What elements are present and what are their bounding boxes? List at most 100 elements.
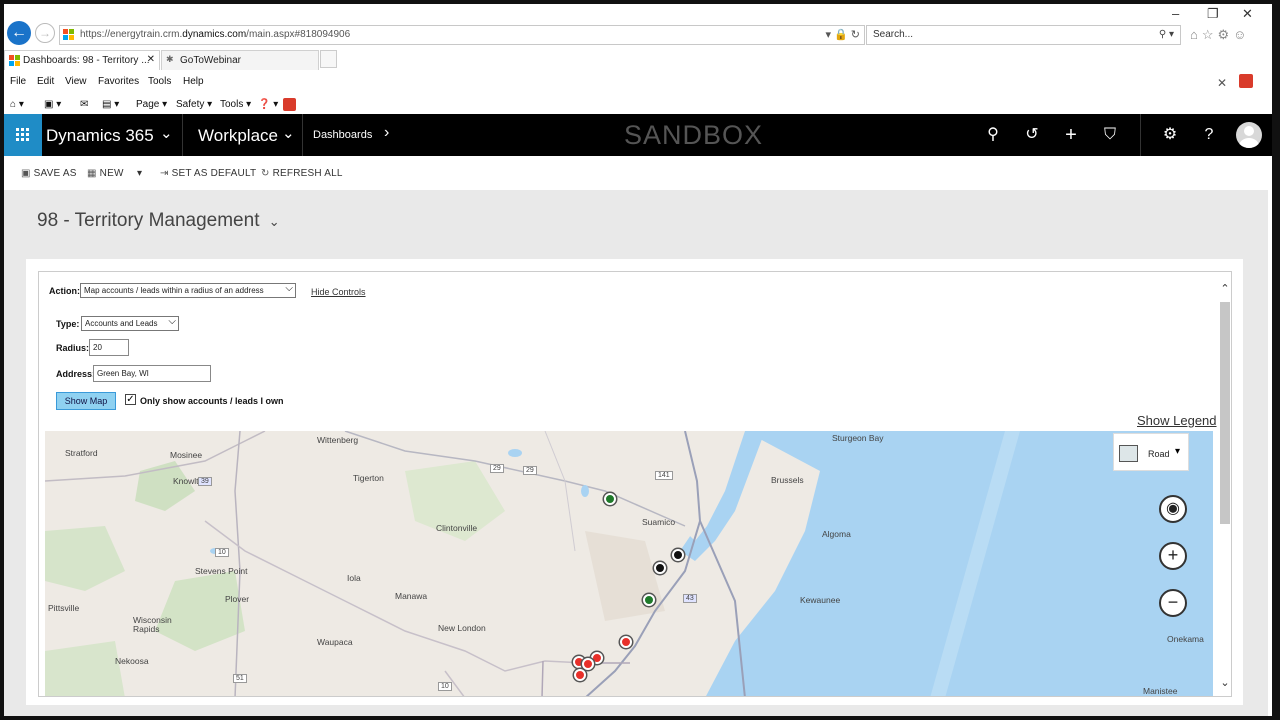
address-bar[interactable]: https://energytrain.crm.dynamics.com/mai…: [59, 25, 865, 45]
restore-icon[interactable]: ❐: [1207, 6, 1219, 22]
tab-dashboards[interactable]: Dashboards: 98 - Territory ... ✕: [4, 50, 160, 70]
map-pin-red[interactable]: [574, 669, 586, 681]
radius-input[interactable]: 20: [89, 339, 129, 356]
help-icon[interactable]: ?: [1200, 126, 1218, 144]
address-label: Address:: [56, 369, 96, 379]
mail-icon[interactable]: ✉: [80, 99, 88, 110]
hide-controls-link[interactable]: Hide Controls: [311, 287, 366, 297]
set-as-default-label: SET AS DEFAULT: [171, 168, 257, 179]
breadcrumb-dashboards[interactable]: Dashboards: [313, 129, 372, 141]
search-icon[interactable]: ⚲ ▾: [1159, 29, 1174, 40]
route-shield: 10: [438, 682, 452, 691]
menu-help[interactable]: Help: [183, 76, 204, 87]
new-button[interactable]: ▦ NEW: [87, 168, 124, 179]
scroll-down-icon[interactable]: ⌄: [1218, 676, 1231, 689]
minimize-icon[interactable]: –: [1172, 6, 1179, 21]
menu-favorites[interactable]: Favorites: [98, 76, 139, 87]
map-pin-green[interactable]: [643, 594, 655, 606]
filter-icon[interactable]: ⛉: [1101, 126, 1119, 144]
refresh-lock-icon[interactable]: ▾ 🔒 ↻: [825, 28, 860, 41]
windows-favicon-icon: [9, 55, 20, 66]
set-default-icon: ⇥: [160, 168, 169, 179]
map-pin-black[interactable]: [654, 562, 666, 574]
menu-edit[interactable]: Edit: [37, 76, 54, 87]
app-launcher-icon[interactable]: [4, 114, 42, 156]
page-title[interactable]: 98 - Territory Management ⌄: [37, 210, 280, 232]
map-pin-green[interactable]: [604, 493, 616, 505]
sandbox-watermark: SANDBOX: [624, 120, 764, 150]
chevron-down-icon[interactable]: ⌄: [160, 124, 173, 142]
address-input[interactable]: Green Bay, WI: [93, 365, 211, 382]
app-name[interactable]: Dynamics 365: [46, 126, 154, 146]
new-dropdown-icon[interactable]: ▾: [137, 168, 142, 179]
new-tab-button[interactable]: [320, 50, 337, 68]
safety-menu[interactable]: Safety ▾: [176, 99, 212, 110]
address-row: ← → https://energytrain.crm.dynamics.com…: [4, 4, 1272, 46]
locate-me-button[interactable]: ◉: [1159, 495, 1187, 523]
place-label: Wisconsin Rapids: [133, 615, 172, 634]
menu-file[interactable]: File: [10, 76, 26, 87]
show-map-button[interactable]: Show Map: [56, 392, 116, 410]
place-label: Waupaca: [317, 637, 353, 647]
map-style-selector[interactable]: Road ▾: [1113, 433, 1189, 471]
help-icon[interactable]: ❓ ▾: [258, 99, 278, 110]
addon-icon[interactable]: [1239, 74, 1253, 88]
forward-arrow-icon[interactable]: →: [35, 23, 55, 43]
scroll-up-icon[interactable]: ⌃: [1218, 282, 1231, 295]
zoom-in-button[interactable]: +: [1159, 542, 1187, 570]
type-select[interactable]: Accounts and Leads ⌵: [81, 316, 179, 331]
menu-bar: File Edit View Favorites Tools Help ✕: [4, 70, 1272, 92]
refresh-all-label: REFRESH ALL: [272, 168, 343, 179]
addon-icon[interactable]: [283, 98, 296, 111]
save-as-button[interactable]: ▣ SAVE AS: [21, 168, 77, 179]
new-icon: ▦: [87, 168, 97, 179]
history-icon[interactable]: ↺: [1023, 126, 1041, 144]
refresh-all-button[interactable]: ↻ REFRESH ALL: [261, 168, 343, 179]
scroll-thumb[interactable]: [1220, 302, 1230, 524]
action-select[interactable]: Map accounts / leads within a radius of …: [80, 283, 296, 298]
tab-strip: Dashboards: 98 - Territory ... ✕ ✱ GoToW…: [4, 50, 1272, 70]
chevron-down-icon[interactable]: ⌄: [282, 124, 295, 142]
close-tab-icon[interactable]: ✕: [147, 54, 155, 65]
tab-label: GoToWebinar: [180, 55, 241, 66]
home-icon[interactable]: ⌂ ▾: [10, 99, 24, 110]
scrollbar[interactable]: ⌃ ⌄: [1218, 280, 1231, 696]
dashboard-area: 98 - Territory Management ⌄ Action: Map …: [4, 190, 1268, 716]
map-pin-red[interactable]: [620, 636, 632, 648]
print-icon[interactable]: ▤ ▾: [102, 99, 119, 110]
avatar[interactable]: [1236, 122, 1262, 148]
tab-label: Dashboards: 98 - Territory ...: [23, 55, 150, 66]
place-label: Plover: [225, 594, 250, 604]
place-label: Stevens Point: [195, 566, 248, 576]
map-canvas[interactable]: Stratford Mosinee Knowlton Wittenberg Ti…: [45, 431, 1213, 696]
feeds-icon[interactable]: ▣ ▾: [44, 99, 61, 110]
place-label: Stratford: [65, 448, 98, 458]
show-legend-link[interactable]: Show Legend: [1137, 413, 1217, 428]
plus-icon[interactable]: +: [1062, 125, 1080, 145]
page-menu[interactable]: Page ▾: [136, 99, 167, 110]
gear-icon[interactable]: ⚙: [1161, 126, 1179, 144]
back-arrow-icon[interactable]: ←: [7, 21, 31, 45]
close-window-icon[interactable]: ✕: [1242, 6, 1253, 22]
place-label: Brussels: [771, 475, 804, 485]
only-mine-label: Only show accounts / leads I own: [140, 396, 284, 406]
chevron-right-icon[interactable]: ›: [384, 124, 389, 142]
place-label: Clintonville: [436, 523, 478, 533]
only-mine-checkbox[interactable]: ✓: [125, 394, 136, 405]
map-pin-black[interactable]: [672, 549, 684, 561]
area-name[interactable]: Workplace: [198, 126, 278, 146]
chevron-down-icon: ⌵: [168, 316, 176, 327]
zoom-out-button[interactable]: −: [1159, 589, 1187, 617]
chevron-down-icon[interactable]: ⌄: [269, 214, 280, 229]
search-icon[interactable]: ⚲: [984, 126, 1002, 144]
set-as-default-button[interactable]: ⇥ SET AS DEFAULT: [160, 168, 256, 179]
url-text: https://energytrain.crm.dynamics.com/mai…: [80, 29, 351, 40]
menu-tools[interactable]: Tools: [148, 76, 171, 87]
tools-menu[interactable]: Tools ▾: [220, 99, 251, 110]
search-input[interactable]: Search... ⚲ ▾: [866, 25, 1181, 45]
home-star-gear-smile-icon[interactable]: ⌂☆⚙☺: [1190, 27, 1250, 43]
map-pin-red[interactable]: [582, 658, 594, 670]
close-bar-icon[interactable]: ✕: [1217, 76, 1227, 90]
menu-view[interactable]: View: [65, 76, 87, 87]
tab-gotowebinar[interactable]: ✱ GoToWebinar: [161, 50, 319, 70]
